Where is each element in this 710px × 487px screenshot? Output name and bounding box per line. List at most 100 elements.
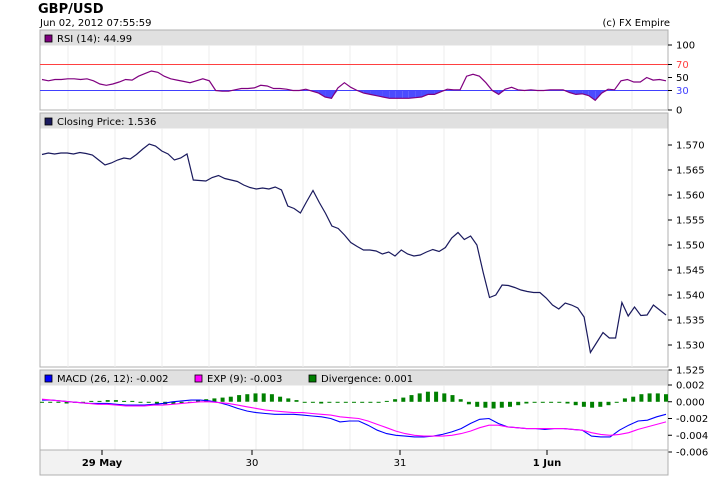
macd-ytick-label-3: -0.004 xyxy=(676,431,708,442)
divergence-bar-51 xyxy=(458,399,463,402)
divergence-bar-47 xyxy=(425,391,430,402)
divergence-bar-30 xyxy=(286,398,291,402)
divergence-bar-44 xyxy=(401,397,406,402)
price-ytick-label-7: 1.535 xyxy=(676,316,705,327)
divergence-bar-74 xyxy=(647,393,652,402)
divergence-bar-58 xyxy=(516,401,521,406)
divergence-bar-33 xyxy=(310,401,315,403)
divergence-bar-39 xyxy=(360,401,365,403)
divergence-bar-10 xyxy=(122,400,127,402)
divergence-bar-56 xyxy=(499,401,504,408)
divergence-bar-43 xyxy=(393,399,398,402)
exp-legend: EXP (9): -0.003 xyxy=(207,374,282,385)
divergence-bar-73 xyxy=(639,394,644,402)
divergence-bar-57 xyxy=(508,401,512,407)
x-axis: 29 May 30 31 1 Jun xyxy=(39,449,669,476)
macd-ytick-label-4: -0.006 xyxy=(676,448,708,459)
divergence-bar-49 xyxy=(442,393,447,402)
price-plot-frame xyxy=(39,112,669,368)
price-legend-swatch xyxy=(44,117,53,126)
divergence-bar-2 xyxy=(56,401,61,403)
rsi-oversold-fill-56 xyxy=(402,90,409,99)
divergence-bar-25 xyxy=(245,394,250,402)
macd-ytick-label-0: 0.002 xyxy=(676,381,705,392)
divergence-bar-53 xyxy=(475,401,480,407)
divergence-bar-12 xyxy=(138,401,143,403)
divergence-bar-45 xyxy=(409,395,414,402)
price-ytick-label-6: 1.540 xyxy=(676,291,705,302)
rsi-ytick-label-3: 30 xyxy=(676,86,689,97)
divergence-bar-24 xyxy=(237,395,242,402)
x-tick-label-3: 1 Jun xyxy=(533,458,561,469)
rsi-oversold-fill-54 xyxy=(389,90,396,99)
x-tick-label-0: 29 May xyxy=(82,458,123,469)
divergence-bar-70 xyxy=(614,401,619,403)
divergence-bar-37 xyxy=(343,401,348,403)
rsi-oversold-fill-57 xyxy=(408,90,416,99)
divergence-bar-28 xyxy=(269,394,274,402)
macd-ytick-label-2: -0.002 xyxy=(676,414,708,425)
divergence-bar-50 xyxy=(450,395,455,402)
x-tick-label-1: 30 xyxy=(246,458,259,469)
macd-ytick-label-1: 0.000 xyxy=(676,397,705,408)
divergence-bar-1 xyxy=(48,401,53,403)
divergence-bar-36 xyxy=(335,401,340,403)
divergence-bar-8 xyxy=(105,400,110,402)
rsi-oversold-fill-55 xyxy=(395,90,403,99)
rsi-ytick-label-0: 100 xyxy=(676,41,695,52)
divergence-bar-62 xyxy=(549,401,554,403)
divergence-legend-swatch xyxy=(308,374,317,383)
price-ytick-label-0: 1.570 xyxy=(676,141,705,152)
divergence-bar-75 xyxy=(655,393,660,402)
gbpusd-chart: GBP/USD Jun 02, 2012 07:55:59 (c) FX Emp… xyxy=(38,2,708,476)
price-ytick-label-9: 1.525 xyxy=(676,366,705,377)
divergence-bar-48 xyxy=(434,391,439,402)
x-tick-label-2: 31 xyxy=(394,458,407,469)
divergence-bar-35 xyxy=(327,401,332,403)
price-ytick-label-1: 1.565 xyxy=(676,166,705,177)
divergence-bar-31 xyxy=(294,400,299,402)
macd-legend: MACD (26, 12): -0.002 xyxy=(57,374,169,385)
rsi-legend-swatch xyxy=(44,34,53,43)
divergence-bar-65 xyxy=(573,401,578,406)
divergence-bar-59 xyxy=(524,401,529,404)
divergence-bar-6 xyxy=(89,400,94,402)
divergence-bar-76 xyxy=(664,394,668,402)
divergence-legend: Divergence: 0.001 xyxy=(321,374,413,385)
divergence-bar-64 xyxy=(565,401,570,404)
rsi-ytick-label-1: 70 xyxy=(676,60,689,71)
divergence-bar-67 xyxy=(590,401,595,408)
divergence-bar-14 xyxy=(154,401,159,404)
price-ytick-label-3: 1.555 xyxy=(676,216,705,227)
timestamp: Jun 02, 2012 07:55:59 xyxy=(39,18,151,29)
divergence-bar-11 xyxy=(130,400,135,402)
divergence-bar-40 xyxy=(368,401,373,403)
divergence-bar-61 xyxy=(540,401,545,403)
divergence-bar-42 xyxy=(384,400,389,402)
price-ytick-label-4: 1.550 xyxy=(676,241,705,252)
price-panel: Closing Price: 1.536 1.570 1.565 1.560 1.555… xyxy=(39,112,705,377)
divergence-bar-27 xyxy=(261,393,266,402)
rsi-header-band xyxy=(40,30,668,46)
symbol-title: GBP/USD xyxy=(38,2,104,17)
divergence-bar-63 xyxy=(557,401,562,403)
divergence-bar-32 xyxy=(302,401,307,403)
divergence-bar-0 xyxy=(40,401,44,403)
price-ytick-label-8: 1.530 xyxy=(676,341,705,352)
divergence-bar-34 xyxy=(319,401,324,404)
divergence-bar-23 xyxy=(228,396,233,402)
credit: (c) FX Empire xyxy=(603,18,671,29)
divergence-bar-72 xyxy=(631,396,636,402)
divergence-bar-66 xyxy=(581,401,586,407)
rsi-legend: RSI (14): 44.99 xyxy=(57,34,132,45)
divergence-bar-26 xyxy=(253,393,258,402)
divergence-bar-22 xyxy=(220,397,225,402)
divergence-bar-38 xyxy=(352,401,356,403)
divergence-bar-60 xyxy=(532,401,537,403)
exp-legend-swatch xyxy=(194,374,203,383)
divergence-bar-54 xyxy=(483,401,488,408)
divergence-bar-55 xyxy=(491,401,496,409)
divergence-bar-41 xyxy=(376,401,381,403)
rsi-panel: RSI (14): 44.99 100 70 50 30 0 xyxy=(39,29,695,117)
price-legend: Closing Price: 1.536 xyxy=(57,117,156,128)
